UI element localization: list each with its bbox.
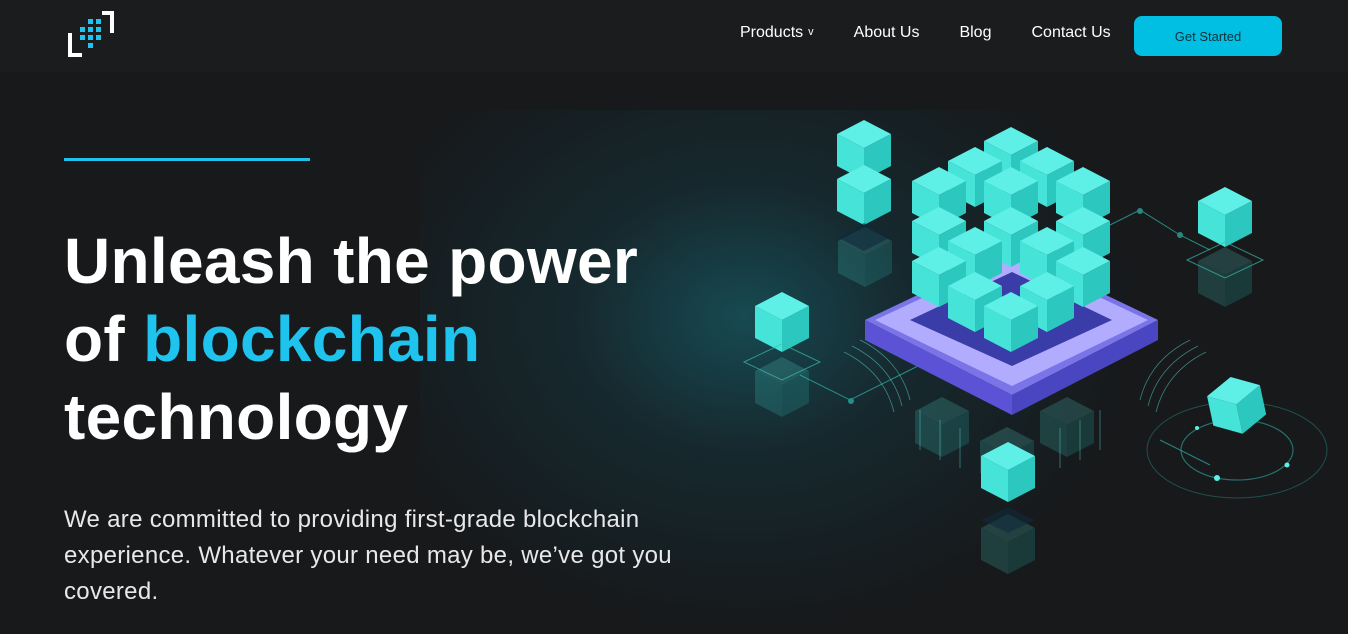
nav-about-us[interactable]: About Us (854, 24, 920, 42)
accent-divider (64, 158, 310, 161)
hero-title-highlight: blockchain (143, 303, 481, 375)
hero-title-line3: technology (64, 381, 409, 453)
nav-blog[interactable]: Blog (959, 24, 991, 42)
top-navbar: Products v About Us Blog Contact Us Get … (0, 0, 1348, 72)
landing-page: Products v About Us Blog Contact Us Get … (0, 0, 1348, 634)
nav-products-label: Products (740, 24, 804, 41)
hero-title: Unleash the power of blockchain technolo… (64, 222, 744, 456)
nav-contact-us[interactable]: Contact Us (1031, 24, 1110, 42)
hero-subtitle: We are committed to providing first-grad… (64, 506, 672, 605)
nav-products[interactable]: Products v (740, 24, 814, 42)
get-started-button[interactable]: Get Started (1134, 16, 1282, 56)
main-nav: Products v About Us Blog Contact Us (740, 24, 1111, 42)
hero-title-of: of (64, 303, 144, 375)
block-grid-logo-icon[interactable] (66, 9, 116, 59)
chevron-down-icon: v (808, 26, 814, 38)
hero-title-line1: Unleash the power (64, 225, 639, 297)
blockchain-chip-cubes-illustration (742, 120, 1328, 574)
